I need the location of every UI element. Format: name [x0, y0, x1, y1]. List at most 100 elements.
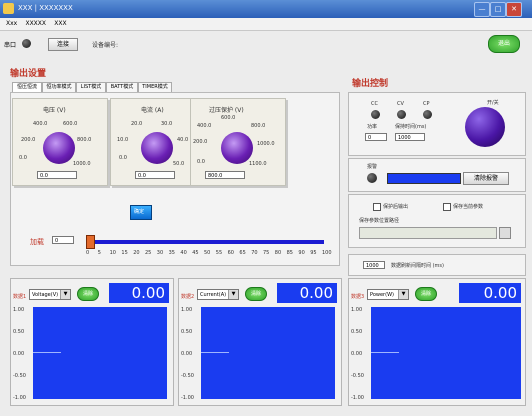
- window-title: XXX | XXXXXXX: [18, 4, 73, 12]
- output-control-title: 输出控制: [352, 79, 389, 89]
- y-tick: -1.00: [351, 395, 364, 401]
- plot-line: [33, 352, 61, 353]
- mode-field[interactable]: 0: [365, 133, 387, 141]
- scale-tick: 1000.0: [257, 141, 275, 147]
- time-field[interactable]: 1000: [395, 133, 425, 141]
- scale-tick: 400.0: [33, 121, 48, 127]
- alarm-led-icon: [367, 173, 377, 183]
- menu-item-2[interactable]: XXXXX: [25, 20, 46, 27]
- slider-tick: 90: [298, 250, 305, 256]
- connect-button[interactable]: 连接: [48, 38, 78, 51]
- menu-item-3[interactable]: XXX: [54, 20, 66, 27]
- channel-value: Current(A): [200, 292, 227, 298]
- alarm-label: 报警: [367, 164, 378, 170]
- output-control-panel: CC CV CP 功率 保持时间(ms) 0 1000 开/关: [348, 92, 526, 156]
- channel-select[interactable]: Current(A) ▼: [197, 289, 239, 300]
- scale-tick: 600.0: [63, 121, 78, 127]
- alarm-panel: 报警 清除报警: [348, 158, 526, 192]
- slider-tick: 30: [156, 250, 164, 256]
- channel-value: Power(W): [370, 292, 394, 298]
- chevron-down-icon: ▼: [398, 290, 408, 299]
- scale-tick: 0.0: [119, 155, 127, 161]
- slider-tick: 65: [239, 250, 246, 256]
- cc-led-icon: [371, 110, 380, 119]
- interval-panel: 1000 数据刷新间隔时间 (ms): [348, 254, 526, 276]
- scale-tick: 200.0: [193, 139, 208, 145]
- interval-field[interactable]: 1000: [363, 261, 385, 269]
- path-label: 保存参数位置路径: [359, 218, 400, 224]
- slider-tick: 80: [274, 250, 282, 256]
- load-value-field[interactable]: 0: [52, 236, 74, 244]
- maximize-button[interactable]: □: [490, 2, 506, 17]
- y-tick: 0.50: [13, 329, 25, 335]
- ovp-value-field[interactable]: 800.0: [205, 171, 245, 179]
- y-tick: -0.50: [13, 373, 26, 379]
- load-slider-thumb[interactable]: [86, 235, 95, 249]
- scale-tick: 40.0: [177, 137, 189, 143]
- chevron-down-icon: ▼: [60, 290, 70, 299]
- ovp-knob-box: 过压保护 (V) 0.0 200.0 400.0 600.0 800.0 100…: [190, 98, 286, 186]
- clear-graph-button[interactable]: 清除: [77, 287, 99, 301]
- plot-line: [201, 352, 229, 353]
- protect-checkbox[interactable]: [373, 203, 381, 211]
- scale-tick: 400.0: [197, 123, 212, 129]
- slider-tick: 10: [109, 250, 116, 256]
- slider-tick: 15: [121, 250, 128, 256]
- slider-tick: 95: [310, 250, 317, 256]
- scale-tick: 20.0: [131, 121, 143, 127]
- menu-item-1[interactable]: Xxx: [6, 20, 17, 27]
- channel-select[interactable]: Voltage(V) ▼: [29, 289, 71, 300]
- voltage-knob-box: 电压 (V) 0.0 200.0 400.0 600.0 800.0 1000.…: [12, 98, 108, 186]
- minimize-button[interactable]: —: [474, 2, 490, 17]
- slider-tick: 50: [204, 250, 211, 256]
- scale-tick: 600.0: [221, 115, 236, 121]
- ovp-knob[interactable]: [221, 132, 253, 164]
- cc-label: CC: [371, 101, 378, 107]
- scale-tick: 200.0: [21, 137, 36, 143]
- y-tick: -1.00: [181, 395, 194, 401]
- scale-tick: 1000.0: [73, 161, 91, 167]
- save-checkbox[interactable]: [443, 203, 451, 211]
- save-checkbox-label: 保存当前参数: [453, 204, 484, 210]
- chevron-down-icon: ▼: [228, 290, 238, 299]
- channel-select[interactable]: Power(W) ▼: [367, 289, 409, 300]
- close-button[interactable]: ✕: [506, 2, 522, 17]
- y-tick: 0.00: [351, 351, 363, 357]
- port-led-icon: [22, 39, 31, 48]
- clear-graph-button[interactable]: 清除: [245, 287, 267, 301]
- menu-bar: Xxx XXXXX XXX: [0, 18, 532, 31]
- slider-tick: 35: [168, 250, 175, 256]
- plot-area: [371, 307, 521, 399]
- graph-label: 数据1: [13, 294, 27, 300]
- current-value-field[interactable]: 0.0: [135, 171, 175, 179]
- clear-graph-button[interactable]: 清除: [415, 287, 437, 301]
- mode-label: 功率: [367, 124, 378, 130]
- path-input[interactable]: [359, 227, 497, 239]
- slider-tick: 20: [133, 250, 140, 256]
- cv-label: CV: [397, 101, 404, 107]
- load-slider-track[interactable]: [88, 240, 324, 244]
- power-button[interactable]: [465, 107, 505, 147]
- current-knob[interactable]: [141, 132, 173, 164]
- options-panel: 保护后输出 保存当前参数 保存参数位置路径: [348, 194, 526, 248]
- time-label: 保持时间(ms): [395, 124, 427, 130]
- voltage-value-field[interactable]: 0.0: [37, 171, 77, 179]
- title-bar: XXX | XXXXXXX — □ ✕: [0, 0, 532, 18]
- scale-tick: 30.0: [161, 121, 173, 127]
- cp-label: CP: [423, 101, 430, 107]
- graph-label: 数据2: [181, 294, 195, 300]
- scale-tick: 0.0: [197, 159, 205, 165]
- value-readout: 0.00: [109, 283, 169, 303]
- y-tick: -0.50: [181, 373, 194, 379]
- voltage-knob[interactable]: [43, 132, 75, 164]
- graph-panel-2: 数据2 Current(A) ▼ 清除 0.00 1.00 0.50 0.00 -0.50 -1.…: [178, 278, 342, 406]
- toolbar: 串口 连接 设备编号: 退出: [0, 31, 532, 57]
- exit-button[interactable]: 退出: [488, 35, 520, 53]
- y-tick: 1.00: [13, 307, 25, 313]
- browse-folder-icon[interactable]: [499, 227, 511, 239]
- y-tick: 0.50: [351, 329, 363, 335]
- app-window: XXX | XXXXXXX — □ ✕ Xxx XXXXX XXX 串口 连接 …: [0, 0, 532, 416]
- slider-tick: 70: [251, 250, 258, 256]
- clear-alarm-button[interactable]: 清除报警: [463, 172, 509, 185]
- graph-panel-3: 数据3 Power(W) ▼ 清除 0.00 1.00 0.50 0.00 -0.50 -1.00: [348, 278, 526, 406]
